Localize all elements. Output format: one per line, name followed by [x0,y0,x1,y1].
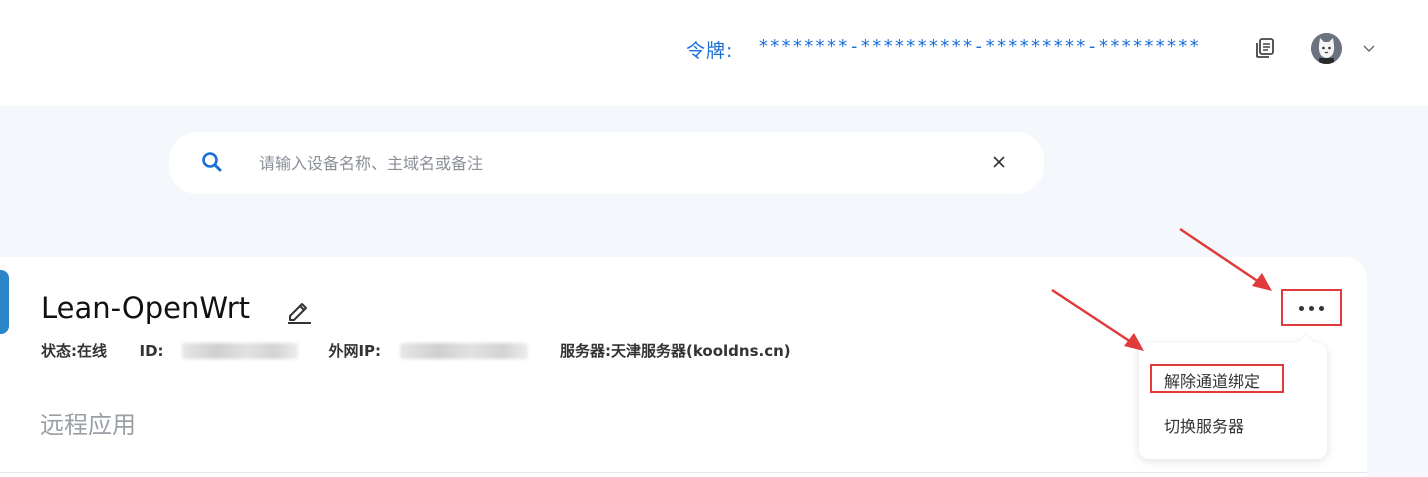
close-icon[interactable] [992,155,1006,169]
token-value: ********-**********-*********-********* [758,36,1201,57]
server-value: 天津服务器(kooldns.cn) [610,342,791,360]
avatar[interactable] [1311,33,1342,64]
search-icon[interactable] [201,151,223,173]
more-dot-icon [1299,306,1304,311]
section-title-remote-apps: 远程应用 [40,411,136,439]
more-dot-icon [1319,306,1324,311]
more-dot-icon [1309,306,1314,311]
edit-icon[interactable] [285,296,313,324]
copy-icon[interactable] [1254,37,1276,59]
top-header: 令牌: ********-**********-*********-******… [0,0,1428,106]
cat-avatar-icon [1311,33,1342,64]
token-label: 令牌: [686,40,734,62]
chevron-down-icon[interactable] [1361,40,1377,56]
device-logo-tab [0,270,9,334]
annotation-highlight-box [1150,364,1284,393]
device-info-row: 状态:在线 ID: 外网IP: 服务器:天津服务器(kooldns.cn) [41,340,791,361]
ip-value-redacted [399,342,528,359]
divider [0,472,1367,473]
ip-label: 外网IP: [328,342,382,360]
search-bar [169,132,1044,194]
device-name: Lean-OpenWrt [41,291,251,325]
id-value-redacted [181,342,298,359]
more-options-menu: 解除通道绑定 切换服务器 [1139,343,1327,459]
search-input[interactable] [259,150,959,176]
status-label: 状态: [41,342,77,360]
id-label: ID: [139,341,164,360]
status-value: 在线 [77,342,108,360]
more-options-button[interactable] [1281,289,1342,326]
server-label: 服务器: [559,342,611,360]
menu-item-switch-server[interactable]: 切换服务器 [1164,413,1244,437]
